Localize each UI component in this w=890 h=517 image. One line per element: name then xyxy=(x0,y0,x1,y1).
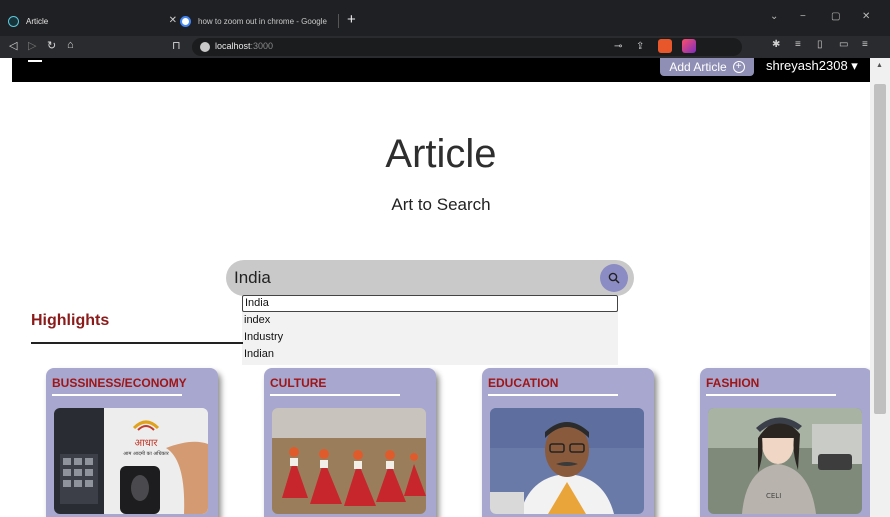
card-divider xyxy=(488,394,618,396)
page-scrollbar[interactable]: ▲ xyxy=(870,58,890,517)
maximize-icon[interactable]: ▢ xyxy=(831,11,840,22)
site-navbar: Add Article + shreyash2308 ▾ xyxy=(12,58,870,82)
brave-shield-icon[interactable] xyxy=(658,39,672,53)
minimize-icon[interactable]: − xyxy=(800,11,806,22)
card-image-culture xyxy=(272,408,426,514)
card-divider xyxy=(706,394,836,396)
reading-list-icon[interactable]: ≡ xyxy=(795,39,801,50)
bookmark-icon[interactable]: ⊓ xyxy=(172,39,181,52)
reload-icon[interactable]: ↻ xyxy=(47,39,56,52)
page-title: Article xyxy=(385,132,497,176)
suggestion-item[interactable]: Indian xyxy=(242,346,618,363)
back-icon[interactable]: ◁ xyxy=(9,39,17,52)
sidebar-icon[interactable]: ▯ xyxy=(817,39,823,50)
browser-toolbar: ◁ ▷ ↻ ⌂ ⊓ localhost:3000 ⊸ ⇪ ✱ ≡ ▯ ▭ ≡ xyxy=(0,36,890,58)
forward-icon[interactable]: ▷ xyxy=(28,39,36,52)
tab-separator xyxy=(338,14,339,28)
key-icon[interactable]: ⊸ xyxy=(614,41,622,52)
page-subtitle: Art to Search xyxy=(391,195,491,214)
card-title: EDUCATION xyxy=(488,376,559,390)
menu-icon[interactable]: ≡ xyxy=(862,39,868,50)
site-info-icon[interactable] xyxy=(200,42,210,52)
category-card-business[interactable]: BUSSINESS/ECONOMY आधार आम आदमी का अधिकार xyxy=(46,368,218,517)
card-divider xyxy=(270,394,400,396)
aadhaar-photo: आधार आम आदमी का अधिकार xyxy=(54,408,208,514)
card-image-business: आधार आम आदमी का अधिकार xyxy=(54,408,208,514)
suggestion-item[interactable]: Industry xyxy=(242,329,618,346)
search-suggestions: India index Industry Indian xyxy=(242,295,618,365)
search-bar[interactable]: India xyxy=(226,260,634,296)
scroll-thumb[interactable] xyxy=(874,84,886,414)
wallet-icon[interactable]: ▭ xyxy=(839,39,848,50)
category-card-culture[interactable]: CULTURE xyxy=(264,368,436,517)
share-icon[interactable]: ⇪ xyxy=(636,41,644,52)
speaker-photo xyxy=(490,408,644,514)
dancers-photo xyxy=(272,408,426,514)
card-image-education xyxy=(490,408,644,514)
card-divider xyxy=(52,394,182,396)
add-circle-icon: + xyxy=(732,61,745,73)
search-icon xyxy=(608,272,620,284)
url-text: localhost:3000 xyxy=(215,41,273,51)
suggestion-item[interactable]: India xyxy=(242,295,618,312)
add-article-button[interactable]: Add Article + xyxy=(660,58,754,76)
new-tab-button[interactable]: + xyxy=(347,10,356,30)
close-window-icon[interactable]: ✕ xyxy=(862,11,870,22)
add-article-label: Add Article xyxy=(669,60,727,74)
close-tab-icon[interactable]: ✕ xyxy=(169,15,177,26)
brave-rewards-icon[interactable] xyxy=(682,39,696,53)
aadhaar-tagline: आम आदमी का अधिकार xyxy=(123,450,169,457)
highlights-underline xyxy=(31,342,243,344)
aadhaar-logo-text: आधार xyxy=(134,438,158,449)
suggestion-item[interactable]: index xyxy=(242,312,618,329)
google-favicon-icon xyxy=(180,15,191,27)
web-page: Add Article + shreyash2308 ▾ Article Art… xyxy=(12,58,870,517)
category-card-education[interactable]: EDUCATION xyxy=(482,368,654,517)
fashion-photo: CELI xyxy=(708,408,862,514)
card-title: CULTURE xyxy=(270,376,327,390)
tab-title: how to zoom out in chrome - Google xyxy=(198,16,327,26)
home-icon[interactable]: ⌂ xyxy=(67,39,74,51)
scroll-up-icon[interactable]: ▲ xyxy=(876,62,883,69)
svg-text:CELI: CELI xyxy=(766,492,781,500)
search-button[interactable] xyxy=(600,264,628,292)
hamburger-menu-icon[interactable] xyxy=(28,60,42,62)
tab-title: Article xyxy=(26,16,49,26)
card-title: FASHION xyxy=(706,376,760,390)
tab-google-search[interactable]: how to zoom out in chrome - Google xyxy=(180,10,340,32)
url-host: localhost xyxy=(215,41,251,51)
url-port: :3000 xyxy=(250,41,274,51)
highlights-heading: Highlights xyxy=(31,312,110,329)
react-favicon-icon xyxy=(8,15,19,27)
search-input[interactable]: India xyxy=(234,268,271,288)
card-title: BUSSINESS/ECONOMY xyxy=(52,376,187,390)
user-menu[interactable]: shreyash2308 ▾ xyxy=(766,58,858,74)
tab-article[interactable]: Article ✕ xyxy=(8,10,183,32)
browser-tab-strip: Article ✕ how to zoom out in chrome - Go… xyxy=(0,0,890,36)
card-image-fashion: CELI xyxy=(708,408,862,514)
extensions-icon[interactable]: ✱ xyxy=(772,39,780,50)
category-card-fashion[interactable]: FASHION CELI xyxy=(700,368,870,517)
tab-search-icon[interactable]: ⌄ xyxy=(770,11,778,22)
